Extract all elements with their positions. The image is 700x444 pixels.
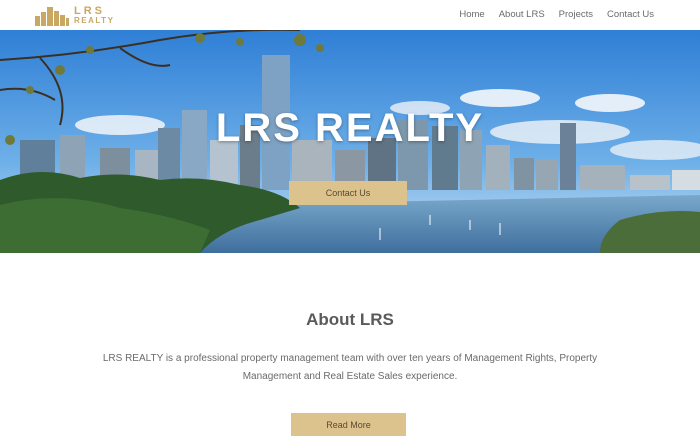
about-description: LRS REALTY is a professional property ma… [40,350,660,386]
site-header: LRS REALTY Home About LRS Projects Conta… [0,0,700,30]
logo-text-line1: LRS [74,5,105,17]
hero-title: LRS REALTY [215,106,485,150]
contact-us-button[interactable]: Contact Us [289,181,407,205]
about-description-line2: Management and Real Estate Sales experie… [242,371,458,382]
nav-about[interactable]: About LRS [499,9,545,20]
about-description-line1: LRS REALTY is a professional property ma… [102,353,598,364]
nav-home[interactable]: Home [459,9,484,20]
building-logo-icon [35,7,69,26]
logo-text-line2: REALTY [74,16,115,25]
hero-banner: LRS REALTY Contact Us [0,30,700,253]
site-logo[interactable]: LRS REALTY [34,4,114,28]
about-title: About LRS [306,310,394,329]
main-nav: Home About LRS Projects Contact Us [459,9,654,20]
read-more-button[interactable]: Read More [291,413,406,436]
nav-projects[interactable]: Projects [559,9,593,20]
nav-contact[interactable]: Contact Us [607,9,654,20]
